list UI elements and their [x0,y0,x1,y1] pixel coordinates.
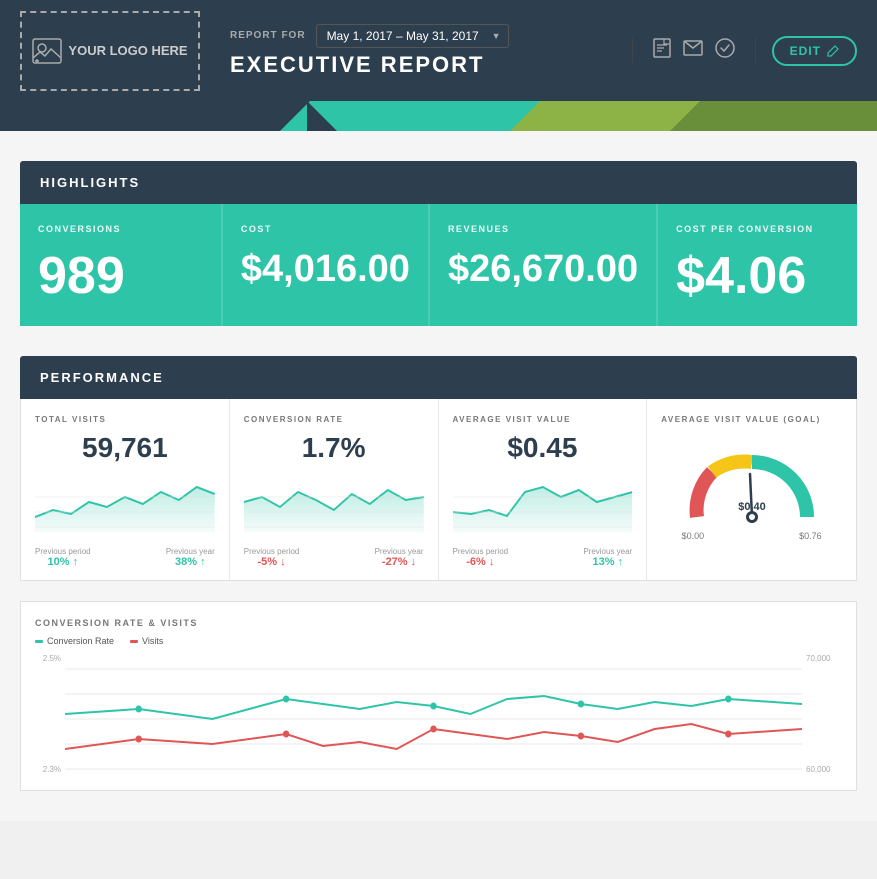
highlights-grid: CONVERSIONS 989 COST $4,016.00 REVENUES … [20,204,857,326]
gauge-max-label: $0.76 [799,531,822,541]
prev-period-value: -6% [466,556,494,568]
gauge-min-label: $0.00 [682,531,705,541]
decorative-banner [0,101,877,131]
header-actions [632,38,756,63]
perf-label-conversion: CONVERSION RATE [244,415,424,424]
logo-text: YOUR LOGO HERE [68,43,187,58]
perf-footer-visits: Previous period 10% Previous year 38% [35,547,215,568]
y-left-top: 2.5% [43,654,61,663]
y-right-bottom: 60,000 [806,765,830,774]
y-left-bottom: 2.3% [43,765,61,774]
highlight-value-conversions: 989 [38,250,203,302]
y-right-top: 70,000 [806,654,830,663]
highlight-label-cpc: COST PER CONVERSION [676,224,839,234]
prev-period-label: Previous period [244,547,300,556]
legend-label-conversion: Conversion Rate [47,636,114,646]
edit-label: EDIT [790,44,821,58]
legend-visits: Visits [130,636,163,646]
highlight-value-cpc: $4.06 [676,250,839,302]
perf-value-visits: 59,761 [35,432,215,464]
highlight-value-cost: $4,016.00 [241,250,410,288]
prev-year-value: 38% [175,556,206,568]
performance-grid: TOTAL VISITS 59,761 [20,399,857,581]
prev-year-value: -27% [382,556,416,568]
prev-year-value: 13% [592,556,623,568]
chart-y-right: 70,000 60,000 [802,654,842,774]
perf-card-gauge: AVERAGE VISIT VALUE (GOAL) [647,399,856,580]
prev-period-value: 10% [48,556,79,568]
chart-body: 2.5% 2.3% [35,654,842,774]
pdf-icon[interactable] [653,38,671,63]
prev-year-label: Previous year [166,547,215,556]
highlight-card-conversions: CONVERSIONS 989 [20,204,221,326]
conversion-chart-section: CONVERSION RATE & VISITS Conversion Rate… [20,601,857,791]
highlights-section: HIGHLIGHTS CONVERSIONS 989 COST $4,016.0… [20,161,857,326]
prev-period-value: -5% [257,556,285,568]
chart-legend: Conversion Rate Visits [35,636,842,646]
header: YOUR LOGO HERE REPORT FOR May 1, 2017 – … [0,0,877,101]
prev-year-label: Previous year [583,547,632,556]
highlights-header: HIGHLIGHTS [20,161,857,204]
main-line-chart [65,654,802,774]
perf-value-conversion: 1.7% [244,432,424,464]
perf-label-avg-visit: AVERAGE VISIT VALUE [453,415,633,424]
report-for-row: REPORT FOR May 1, 2017 – May 31, 2017 [230,24,632,48]
report-title: EXECUTIVE REPORT [230,52,632,78]
performance-header: PERFORMANCE [20,356,857,399]
perf-stat-prev-year-conv: Previous year -27% [375,547,424,568]
svg-text:$0.40: $0.40 [738,501,766,513]
legend-conversion-rate: Conversion Rate [35,636,114,646]
perf-stat-prev-year-visits: Previous year 38% [166,547,215,568]
perf-stat-prev-year-avg: Previous year 13% [583,547,632,568]
perf-stat-prev-period-visits: Previous period 10% [35,547,91,568]
legend-dot-orange [130,640,138,643]
highlight-label-conversions: CONVERSIONS [38,224,203,234]
prev-period-label: Previous period [35,547,91,556]
chart-title: CONVERSION RATE & VISITS [35,618,842,628]
gauge-chart: $0.40 [682,442,822,527]
conversion-mini-chart [244,472,424,532]
avg-visit-mini-chart [453,472,633,532]
highlight-card-cost: COST $4,016.00 [221,204,428,326]
perf-card-conversion: CONVERSION RATE 1.7% [230,399,439,580]
perf-footer-conversion: Previous period -5% Previous year -27% [244,547,424,568]
highlight-label-revenues: REVENUES [448,224,638,234]
gauge-labels: $0.00 $0.76 [682,531,822,541]
perf-footer-avg-visit: Previous period -6% Previous year 13% [453,547,633,568]
perf-stat-prev-period-avg: Previous period -6% [453,547,509,568]
perf-label-gauge: AVERAGE VISIT VALUE (GOAL) [661,415,842,424]
perf-value-avg-visit: $0.45 [453,432,633,464]
highlight-card-cpc: COST PER CONVERSION $4.06 [656,204,857,326]
report-for-label: REPORT FOR [230,30,306,41]
logo-area: YOUR LOGO HERE [20,11,200,91]
visits-mini-chart [35,472,215,532]
perf-stat-prev-period-conv: Previous period -5% [244,547,300,568]
prev-year-label: Previous year [375,547,424,556]
perf-label-visits: TOTAL VISITS [35,415,215,424]
email-icon[interactable] [683,40,703,61]
highlight-label-cost: COST [241,224,410,234]
prev-period-label: Previous period [453,547,509,556]
header-center: REPORT FOR May 1, 2017 – May 31, 2017 EX… [200,24,632,78]
perf-card-visits: TOTAL VISITS 59,761 [21,399,230,580]
main-content: HIGHLIGHTS CONVERSIONS 989 COST $4,016.0… [0,131,877,821]
highlight-value-revenues: $26,670.00 [448,250,638,288]
date-range-select[interactable]: May 1, 2017 – May 31, 2017 [316,24,509,48]
performance-section: PERFORMANCE TOTAL VISITS 59,761 [20,356,857,581]
perf-card-avg-visit: AVERAGE VISIT VALUE $0.45 [439,399,648,580]
chart-y-left: 2.5% 2.3% [35,654,65,774]
check-icon[interactable] [715,38,735,63]
legend-label-visits: Visits [142,636,163,646]
date-range-wrapper[interactable]: May 1, 2017 – May 31, 2017 [316,24,509,48]
edit-button[interactable]: EDIT [772,36,857,66]
highlight-card-revenues: REVENUES $26,670.00 [428,204,656,326]
gauge-container: $0.40 $0.00 $0.76 [661,432,842,551]
legend-dot-green [35,640,43,643]
